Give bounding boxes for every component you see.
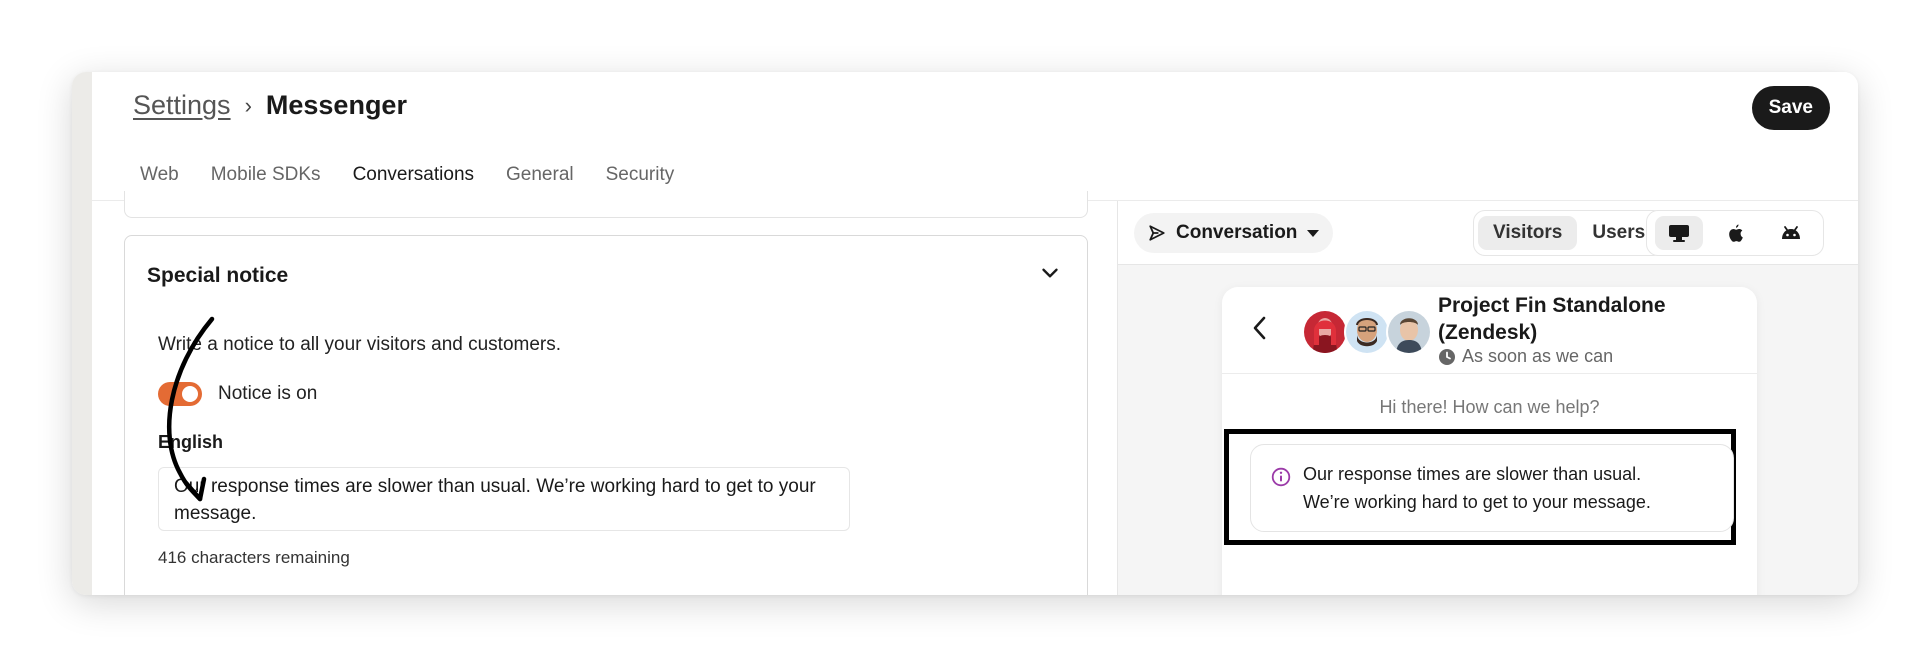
device-toggle [1646,210,1824,256]
avatar [1344,309,1390,355]
breadcrumb-chevron-icon: › [244,92,252,118]
messenger-preview: Project Fin Standalone (Zendesk) As soon… [1222,287,1757,595]
toggle-knob [182,386,198,402]
response-time-text: As soon as we can [1462,346,1614,366]
caret-down-icon [1307,229,1320,237]
settings-pane: Special notice Write a notice to all you… [92,191,1135,595]
notice-bubble: Our response times are slower than usual… [1250,444,1734,532]
team-avatars [1302,309,1432,355]
messenger-header: Project Fin Standalone (Zendesk) As soon… [1222,287,1757,374]
back-arrow-icon[interactable] [1250,315,1270,341]
breadcrumb: Settings › Messenger [133,90,407,121]
clock-icon [1439,348,1455,365]
characters-remaining: 416 characters remaining [158,548,350,567]
messenger-title: Project Fin Standalone (Zendesk) [1438,292,1666,346]
conversation-dropdown-label: Conversation [1176,222,1298,243]
chevron-down-icon[interactable] [1037,260,1063,286]
messenger-title-line1: Project Fin Standalone [1438,294,1666,317]
page-title: Messenger [265,90,407,120]
notice-bubble-text: Our response times are slower than usual… [1303,460,1713,516]
messenger-title-line2: (Zendesk) [1438,321,1538,344]
breadcrumb-settings-link[interactable]: Settings [133,90,231,121]
audience-toggle: Visitors Users [1473,210,1666,256]
preview-toolbar: Conversation Visitors Users [1118,201,1858,265]
notice-bubble-line2: We’re working hard to get to your messag… [1303,492,1651,512]
desktop-icon[interactable] [1655,216,1703,250]
left-rail [72,72,92,595]
save-button[interactable]: Save [1751,86,1830,130]
notice-toggle-label: Notice is on [218,383,318,404]
info-icon [1271,467,1291,487]
notice-toggle[interactable] [158,382,202,406]
greeting-text: Hi there! How can we help? [1379,397,1600,417]
visitors-button[interactable]: Visitors [1478,216,1578,250]
avatar [1386,309,1432,355]
conversation-dropdown[interactable]: Conversation [1134,213,1334,253]
special-notice-title: Special notice [147,264,289,287]
special-notice-card: Special notice Write a notice to all you… [124,235,1088,595]
response-time-status: As soon as we can [1438,346,1613,367]
page-header: Settings › Messenger Save Web Mobile SDK… [92,72,1858,201]
settings-window: Settings › Messenger Save Web Mobile SDK… [72,72,1858,595]
preview-pane: Conversation Visitors Users Project Fin … [1117,201,1858,595]
apple-icon[interactable] [1711,216,1759,250]
special-notice-description: Write a notice to all your visitors and … [158,334,562,355]
notice-toggle-row: Notice is on [158,382,317,406]
avatar [1302,309,1348,355]
language-label: English [158,432,224,452]
android-icon[interactable] [1767,216,1815,250]
notice-bubble-line1: Our response times are slower than usual… [1303,464,1642,484]
previous-section-card [124,191,1088,218]
notice-text-field[interactable]: Our response times are slower than usual… [158,467,850,531]
send-icon [1149,225,1165,241]
